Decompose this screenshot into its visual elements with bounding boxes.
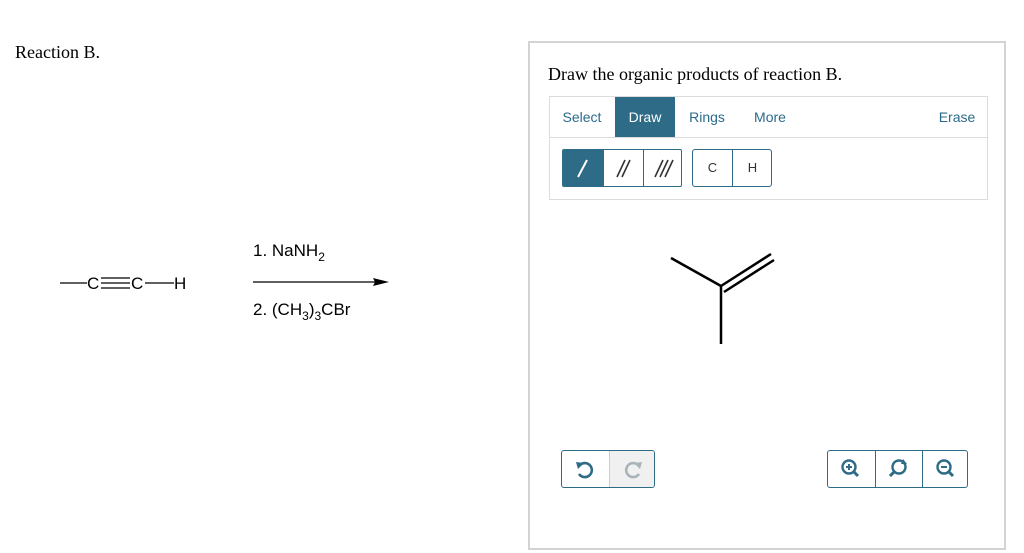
zoom-in-button[interactable]: [828, 451, 874, 487]
undo-button[interactable]: [562, 451, 608, 487]
triple-bond-button[interactable]: [643, 150, 681, 186]
zoom-out-icon: [936, 459, 955, 478]
question-title: Reaction B.: [15, 42, 100, 62]
editor-toolbar: Select Draw Rings More Erase: [550, 97, 987, 138]
undo-redo-group: [561, 450, 655, 488]
double-bond-button[interactable]: [603, 150, 643, 186]
answer-prompt: Draw the organic products of reaction B.: [548, 64, 843, 84]
redo-icon: [624, 461, 642, 479]
bond-double-b: [723, 258, 775, 294]
reaction-scheme: C C H 1. NaNH2 2. (CH3)3CBr: [55, 230, 415, 340]
reactant-atom-c2: C: [131, 274, 143, 293]
zoom-controls: [827, 450, 968, 488]
drawing-canvas[interactable]: [549, 203, 988, 453]
reactant-atom-c1: C: [87, 274, 99, 293]
answer-panel: Draw the organic products of reaction B.…: [528, 41, 1006, 550]
bond-left: [670, 256, 722, 288]
reagent-step-1: 1. NaNH2: [253, 241, 325, 264]
triple-bond-icon: [654, 159, 674, 178]
tab-rings[interactable]: Rings: [679, 97, 735, 137]
reagent-step-2: 2. (CH3)3CBr: [253, 300, 351, 323]
double-bond-icon: [616, 159, 631, 178]
zoom-out-button[interactable]: [922, 451, 969, 487]
bond-double-a: [720, 252, 772, 288]
carbon-atom-button[interactable]: C: [693, 150, 732, 186]
reset-zoom-button[interactable]: [875, 451, 922, 487]
atom-tool-group: C H: [692, 149, 772, 187]
tab-draw[interactable]: Draw: [615, 97, 675, 137]
single-bond-button[interactable]: [563, 150, 603, 186]
drawn-structure: [670, 252, 775, 344]
tab-more[interactable]: More: [743, 97, 797, 137]
reset-zoom-icon: [888, 459, 907, 478]
single-bond-icon: [577, 159, 588, 178]
bond-tool-group: [562, 149, 682, 187]
undo-icon: [576, 461, 594, 479]
erase-button[interactable]: Erase: [925, 97, 989, 137]
zoom-in-icon: [841, 459, 860, 478]
redo-button[interactable]: [609, 451, 654, 487]
triple-bond: [101, 277, 130, 289]
reactant-atom-h: H: [174, 274, 186, 293]
tab-select[interactable]: Select: [550, 97, 614, 137]
drawing-editor: Select Draw Rings More Erase C H: [549, 96, 988, 200]
hydrogen-atom-button[interactable]: H: [732, 150, 772, 186]
reaction-arrow: [253, 278, 389, 286]
